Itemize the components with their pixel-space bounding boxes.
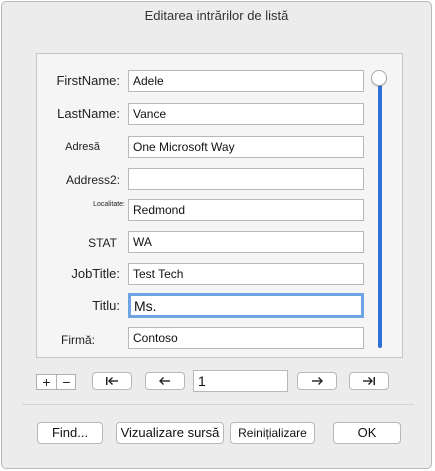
field-label-lastname: LastName: — [57, 106, 120, 121]
last-record-button[interactable] — [349, 372, 389, 390]
jobtitle-field[interactable] — [128, 263, 364, 285]
form-scrollbar-thumb[interactable] — [371, 70, 387, 86]
field-label-state: STAT — [88, 236, 117, 250]
address2-field[interactable] — [128, 168, 364, 190]
city-field[interactable] — [128, 199, 364, 221]
field-label-firstname: FirstName: — [56, 73, 120, 88]
field-label-company: Firmă: — [61, 333, 95, 347]
field-label-city: Localitate: — [93, 201, 125, 208]
add-entry-button[interactable]: + — [37, 375, 56, 389]
dialog-separator — [22, 404, 414, 405]
form-scrollbar-track[interactable] — [378, 84, 382, 348]
title-field[interactable] — [128, 293, 364, 318]
record-number-field[interactable] — [193, 370, 288, 392]
reset-button[interactable]: Reinițializare — [230, 422, 315, 444]
state-field[interactable] — [128, 231, 364, 253]
find-button[interactable]: Find... — [37, 422, 103, 444]
first-record-icon — [106, 377, 118, 385]
dialog-title: Editarea intrărilor de listă — [144, 8, 289, 23]
firstname-field[interactable] — [128, 70, 364, 92]
address-field[interactable] — [128, 136, 364, 158]
edit-list-entries-dialog: Editarea intrărilor de listă FirstName: … — [1, 1, 432, 469]
field-label-address: Adresă — [65, 141, 100, 153]
previous-record-button[interactable] — [145, 372, 185, 390]
field-label-title: Titlu: — [92, 298, 120, 313]
field-label-jobtitle: JobTitle: — [71, 266, 120, 281]
lastname-field[interactable] — [128, 103, 364, 125]
company-field[interactable] — [128, 327, 364, 349]
ok-button[interactable]: OK — [333, 422, 401, 444]
previous-record-icon — [159, 377, 170, 385]
view-source-button[interactable]: Vizualizare sursă — [116, 422, 224, 444]
first-record-button[interactable] — [92, 372, 132, 390]
next-record-icon — [312, 377, 323, 385]
field-label-address2: Address2: — [65, 173, 120, 187]
add-remove-control: + − — [36, 374, 76, 390]
remove-entry-button[interactable]: − — [57, 375, 76, 389]
next-record-button[interactable] — [297, 372, 337, 390]
last-record-icon — [363, 377, 375, 385]
